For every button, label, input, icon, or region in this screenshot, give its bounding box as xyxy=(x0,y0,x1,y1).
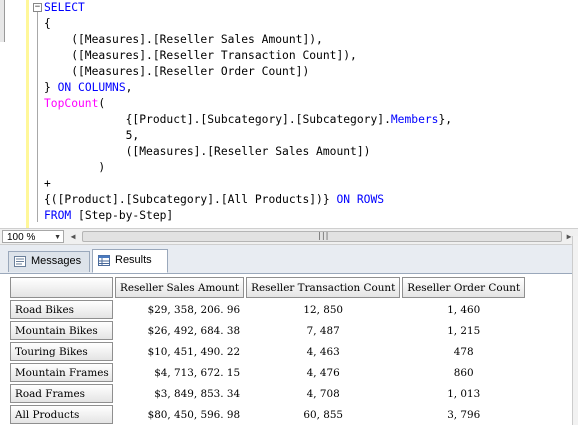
collapse-minus-icon[interactable]: − xyxy=(33,3,42,12)
tab-results-label: Results xyxy=(115,254,152,266)
results-table: Reseller Sales Amount Reseller Transacti… xyxy=(8,275,527,425)
column-header-reseller-transaction-count[interactable]: Reseller Transaction Count xyxy=(246,277,401,298)
table-cell[interactable]: 860 xyxy=(402,363,525,382)
code-token: 5, xyxy=(44,129,140,142)
tab-messages[interactable]: Messages xyxy=(8,251,90,272)
tab-results[interactable]: Results xyxy=(92,249,168,273)
table-cell[interactable]: 7, 487 xyxy=(246,321,400,340)
table-cell[interactable]: $3, 849, 853. 34 xyxy=(115,384,244,403)
code-line[interactable]: } ON COLUMNS, xyxy=(44,80,132,96)
code-token: ON ROWS xyxy=(336,193,385,206)
editor-status-bar: 100 % ▼ ◀ ||| ▶ xyxy=(0,228,578,245)
zoom-value: 100 % xyxy=(7,232,36,243)
code-line[interactable]: {[Product].[Subcategory].[Subcategory].M… xyxy=(44,112,452,128)
code-token: }, xyxy=(438,113,453,126)
code-token: ([Measures].[Reseller Sales Amount]), xyxy=(44,33,323,46)
table-cell[interactable]: 4, 708 xyxy=(246,384,400,403)
code-line[interactable]: + xyxy=(44,176,51,192)
code-token: ) xyxy=(44,161,106,174)
code-token: { xyxy=(44,17,51,30)
table-row: Mountain Frames $4, 713, 672. 15 4, 476 860 xyxy=(10,363,525,382)
query-editor[interactable]: − SELECT { ([Measures].[Reseller Sales Am… xyxy=(0,0,578,228)
code-line[interactable]: {([Product].[Subcategory].[All Products]… xyxy=(44,192,384,208)
table-cell[interactable]: $80, 450, 596. 98 xyxy=(115,405,244,424)
table-row: Touring Bikes $10, 451, 490. 22 4, 463 478 xyxy=(10,342,525,361)
code-line[interactable]: ([Measures].[Reseller Sales Amount]) xyxy=(44,144,371,160)
table-cell[interactable]: $4, 713, 672. 15 xyxy=(115,363,244,382)
table-row: Mountain Bikes $26, 492, 684. 38 7, 487 1, … xyxy=(10,321,525,340)
grid-icon xyxy=(98,255,110,266)
code-token: ( xyxy=(98,97,106,110)
code-line[interactable]: FROM [Step-by-Step] xyxy=(44,208,173,224)
code-token: ([Measures].[Reseller Transaction Count]… xyxy=(44,49,357,62)
row-header[interactable]: Road Frames xyxy=(10,384,113,403)
code-token: SELECT xyxy=(44,1,85,14)
code-line[interactable]: TopCount( xyxy=(44,96,105,112)
code-token: , xyxy=(125,81,133,94)
table-cell[interactable]: $29, 358, 206. 96 xyxy=(115,300,244,319)
code-token: {[Product].[Subcategory].[Subcategory]. xyxy=(44,113,391,126)
table-cell[interactable]: 1, 013 xyxy=(402,384,525,403)
tab-messages-label: Messages xyxy=(31,255,82,267)
row-header[interactable]: Mountain Frames xyxy=(10,363,113,382)
code-token: Members xyxy=(390,113,439,126)
table-row: Road Bikes $29, 358, 206. 96 12, 850 1, 460 xyxy=(10,300,525,319)
table-cell[interactable]: 60, 855 xyxy=(246,405,400,424)
scroll-grip: ||| xyxy=(317,231,329,240)
code-line[interactable]: ([Measures].[Reseller Transaction Count]… xyxy=(44,48,357,64)
table-cell[interactable]: 1, 460 xyxy=(402,300,525,319)
code-line[interactable]: ) xyxy=(44,160,105,176)
table-cell[interactable]: 1, 215 xyxy=(402,321,525,340)
messages-icon xyxy=(14,256,26,267)
code-token: FROM xyxy=(44,209,79,222)
editor-left-margin xyxy=(0,0,5,42)
table-cell[interactable]: $26, 492, 684. 38 xyxy=(115,321,244,340)
code-line[interactable]: 5, xyxy=(44,128,140,144)
table-cell[interactable]: 478 xyxy=(402,342,525,361)
code-line[interactable]: ([Measures].[Reseller Sales Amount]), xyxy=(44,32,323,48)
table-cell[interactable]: 3, 796 xyxy=(402,405,525,424)
table-row: Road Frames $3, 849, 853. 34 4, 708 1, 013 xyxy=(10,384,525,403)
code-token: ON COLUMNS xyxy=(57,81,126,94)
table-cell[interactable]: $10, 451, 490. 22 xyxy=(115,342,244,361)
results-tab-strip: Messages Results xyxy=(0,245,578,274)
row-header[interactable]: Mountain Bikes xyxy=(10,321,113,340)
code-token: ([Measures].[Reseller Order Count]) xyxy=(44,65,310,78)
column-header-reseller-sales-amount[interactable]: Reseller Sales Amount xyxy=(115,277,245,298)
code-token: } xyxy=(44,81,58,94)
vertical-scrollbar-edge[interactable] xyxy=(572,236,578,425)
row-header[interactable]: Touring Bikes xyxy=(10,342,113,361)
table-cell[interactable]: 12, 850 xyxy=(246,300,400,319)
code-token: ([Measures].[Reseller Sales Amount]) xyxy=(44,145,371,158)
scroll-left-icon[interactable]: ◀ xyxy=(68,231,78,243)
table-cell[interactable]: 4, 476 xyxy=(246,363,400,382)
outline-bracket xyxy=(37,12,38,222)
results-pane: Messages Results Reseller Sales Amount R… xyxy=(0,245,578,425)
column-header-reseller-order-count[interactable]: Reseller Order Count xyxy=(402,277,526,298)
row-header[interactable]: All Products xyxy=(10,405,113,424)
results-grid: Reseller Sales Amount Reseller Transacti… xyxy=(8,275,578,425)
code-line[interactable]: ([Measures].[Reseller Order Count]) xyxy=(44,64,309,80)
code-token: TopCount xyxy=(44,97,99,110)
table-row: All Products $80, 450, 596. 98 60, 855 3, 7… xyxy=(10,405,525,424)
row-header[interactable]: Road Bikes xyxy=(10,300,113,319)
code-token: {([Product].[Subcategory].[All Products]… xyxy=(44,193,337,206)
code-line[interactable]: { xyxy=(44,16,51,32)
code-token: + xyxy=(44,177,51,190)
grid-corner-cell[interactable] xyxy=(10,277,113,298)
code-line[interactable]: SELECT xyxy=(44,0,85,16)
horizontal-scrollbar-thumb[interactable]: ||| xyxy=(82,231,562,242)
chevron-down-icon[interactable]: ▼ xyxy=(54,231,61,244)
code-token: [Step-by-Step] xyxy=(78,209,174,222)
zoom-dropdown[interactable]: 100 % ▼ xyxy=(2,230,64,243)
change-tracking-margin xyxy=(26,0,29,228)
table-cell[interactable]: 4, 463 xyxy=(246,342,400,361)
table-header-row: Reseller Sales Amount Reseller Transacti… xyxy=(10,277,526,298)
